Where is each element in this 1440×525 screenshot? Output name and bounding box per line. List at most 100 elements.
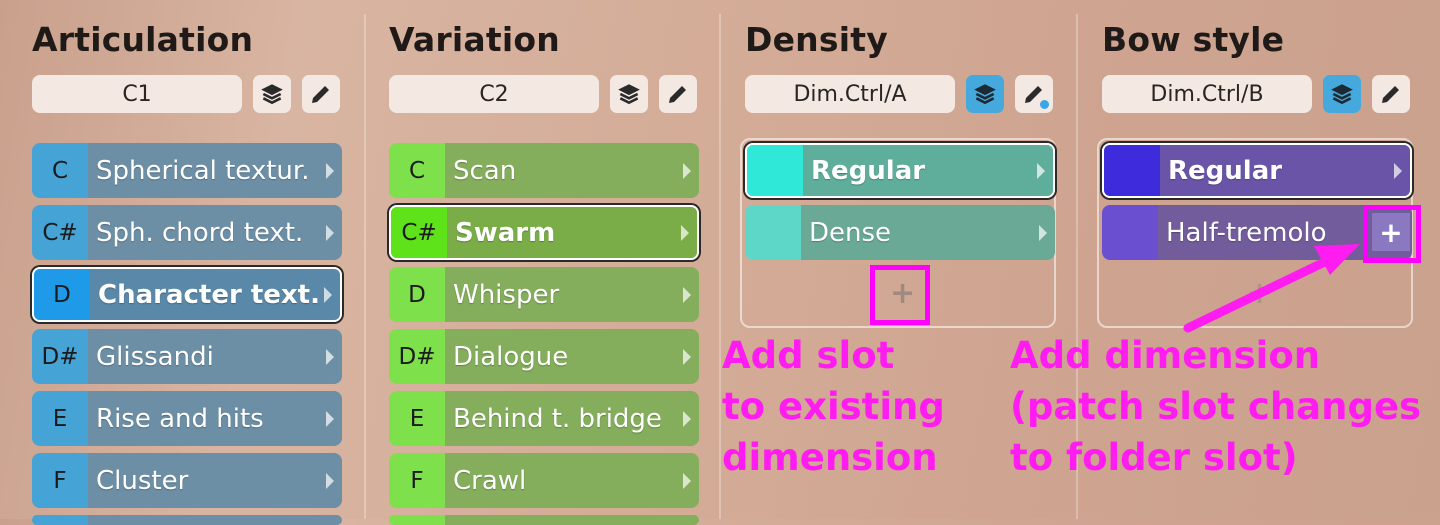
chevron-right-icon [1037, 162, 1045, 179]
chevron-right-icon [326, 348, 334, 365]
edit-button[interactable] [659, 75, 697, 113]
slot-e[interactable]: E Rise and hits [32, 391, 342, 446]
slot-name: Dense [801, 205, 1055, 260]
slot-name [88, 515, 342, 525]
slot-c[interactable]: C Spherical textur. [32, 143, 342, 198]
slot-key: C [32, 143, 88, 198]
slot-key: D [389, 267, 445, 322]
column-divider [719, 14, 721, 519]
layers-icon [261, 84, 283, 105]
slot-name: Sph. chord text. [88, 205, 342, 260]
chevron-right-icon [326, 410, 334, 427]
slot-name: Spherical textur. [88, 143, 342, 198]
add-slot-button[interactable]: + [1247, 276, 1272, 311]
slot-f[interactable]: F Cluster [32, 453, 342, 508]
highlight-add-slot [870, 265, 930, 325]
slot-f[interactable]: F Crawl [389, 453, 699, 508]
slot-name: Character text. [90, 269, 340, 320]
parameter-field[interactable]: C1 [32, 75, 242, 113]
chevron-right-icon [683, 410, 691, 427]
layers-icon [618, 84, 640, 105]
slot-d-sharp[interactable]: D# Dialogue [389, 329, 699, 384]
slot-swatch [1102, 205, 1158, 260]
slot-key: D# [32, 329, 88, 384]
layers-icon [1331, 84, 1353, 105]
chevron-right-icon [683, 162, 691, 179]
edit-button[interactable] [302, 75, 340, 113]
slot-name: Behind t. bridge [445, 391, 699, 446]
column-title: Density [745, 20, 888, 59]
layers-button-active[interactable] [1323, 75, 1361, 113]
modified-dot-icon [1040, 100, 1049, 109]
slot-key: F [389, 453, 445, 508]
chevron-right-icon [326, 472, 334, 489]
slot-swatch [1104, 145, 1160, 196]
layers-button-active[interactable] [966, 75, 1004, 113]
slot-name: Scan [445, 143, 699, 198]
slot-name: Rise and hits [88, 391, 342, 446]
edit-button[interactable] [1015, 75, 1053, 113]
chevron-right-icon [1394, 162, 1402, 179]
slot-regular-selected[interactable]: Regular [745, 143, 1055, 198]
edit-button[interactable] [1372, 75, 1410, 113]
slot-c-sharp[interactable]: C# Sph. chord text. [32, 205, 342, 260]
slot-key [32, 515, 88, 525]
column-title: Variation [389, 20, 560, 59]
chevron-right-icon [683, 286, 691, 303]
layers-button[interactable] [253, 75, 291, 113]
slot-c[interactable]: C Scan [389, 143, 699, 198]
slot-name: Regular [803, 145, 1053, 196]
slot-d-sharp[interactable]: D# Glissandi [32, 329, 342, 384]
slot-key: C [389, 143, 445, 198]
slot-name: Cluster [88, 453, 342, 508]
slot-name [445, 515, 699, 525]
pencil-icon [669, 86, 686, 103]
slot-d[interactable]: D Whisper [389, 267, 699, 322]
slot-name: Dialogue [445, 329, 699, 384]
slot-key: F [32, 453, 88, 508]
slot-swatch [747, 145, 803, 196]
slot-key: C# [391, 207, 447, 258]
annotation-add-slot: Add slot to existing dimension [722, 334, 945, 479]
chevron-right-icon [324, 286, 332, 303]
slot-dense[interactable]: Dense [745, 205, 1055, 260]
slot-name: Glissandi [88, 329, 342, 384]
parameter-field[interactable]: Dim.Ctrl/A [745, 75, 955, 113]
slot-name: Crawl [445, 453, 699, 508]
pencil-icon [312, 86, 329, 103]
parameter-field[interactable]: C2 [389, 75, 599, 113]
slot-key [389, 515, 445, 525]
slot-name: Whisper [445, 267, 699, 322]
column-title: Articulation [32, 20, 254, 59]
slot-partial[interactable] [389, 515, 699, 525]
highlight-add-dimension [1363, 205, 1421, 263]
slot-e[interactable]: E Behind t. bridge [389, 391, 699, 446]
slot-name: Regular [1160, 145, 1410, 196]
chevron-right-icon [681, 224, 689, 241]
slot-name: Swarm [447, 207, 697, 258]
pencil-icon [1382, 86, 1399, 103]
column-title: Bow style [1102, 20, 1285, 59]
slot-d-selected[interactable]: D Character text. [32, 267, 342, 322]
parameter-field[interactable]: Dim.Ctrl/B [1102, 75, 1312, 113]
layers-button[interactable] [610, 75, 648, 113]
annotation-add-dimension: Add dimension (patch slot changes to fol… [1010, 334, 1422, 479]
chevron-right-icon [326, 162, 334, 179]
chevron-right-icon [683, 472, 691, 489]
slot-regular-selected[interactable]: Regular [1102, 143, 1412, 198]
slot-partial[interactable] [32, 515, 342, 525]
slot-key: D# [389, 329, 445, 384]
slot-c-sharp-selected[interactable]: C# Swarm [389, 205, 699, 260]
slot-key: E [389, 391, 445, 446]
chevron-right-icon [326, 224, 334, 241]
chevron-right-icon [683, 348, 691, 365]
slot-key: E [32, 391, 88, 446]
slot-key: D [34, 269, 90, 320]
column-divider [364, 14, 366, 519]
variation-column: Variation C2 C Scan C# Swarm D Whisper D… [389, 0, 701, 525]
layers-icon [974, 84, 996, 105]
articulation-column: Articulation C1 C Spherical textur. C# S… [32, 0, 344, 525]
slot-key: C# [32, 205, 88, 260]
chevron-right-icon [1039, 224, 1047, 241]
slot-swatch [745, 205, 801, 260]
